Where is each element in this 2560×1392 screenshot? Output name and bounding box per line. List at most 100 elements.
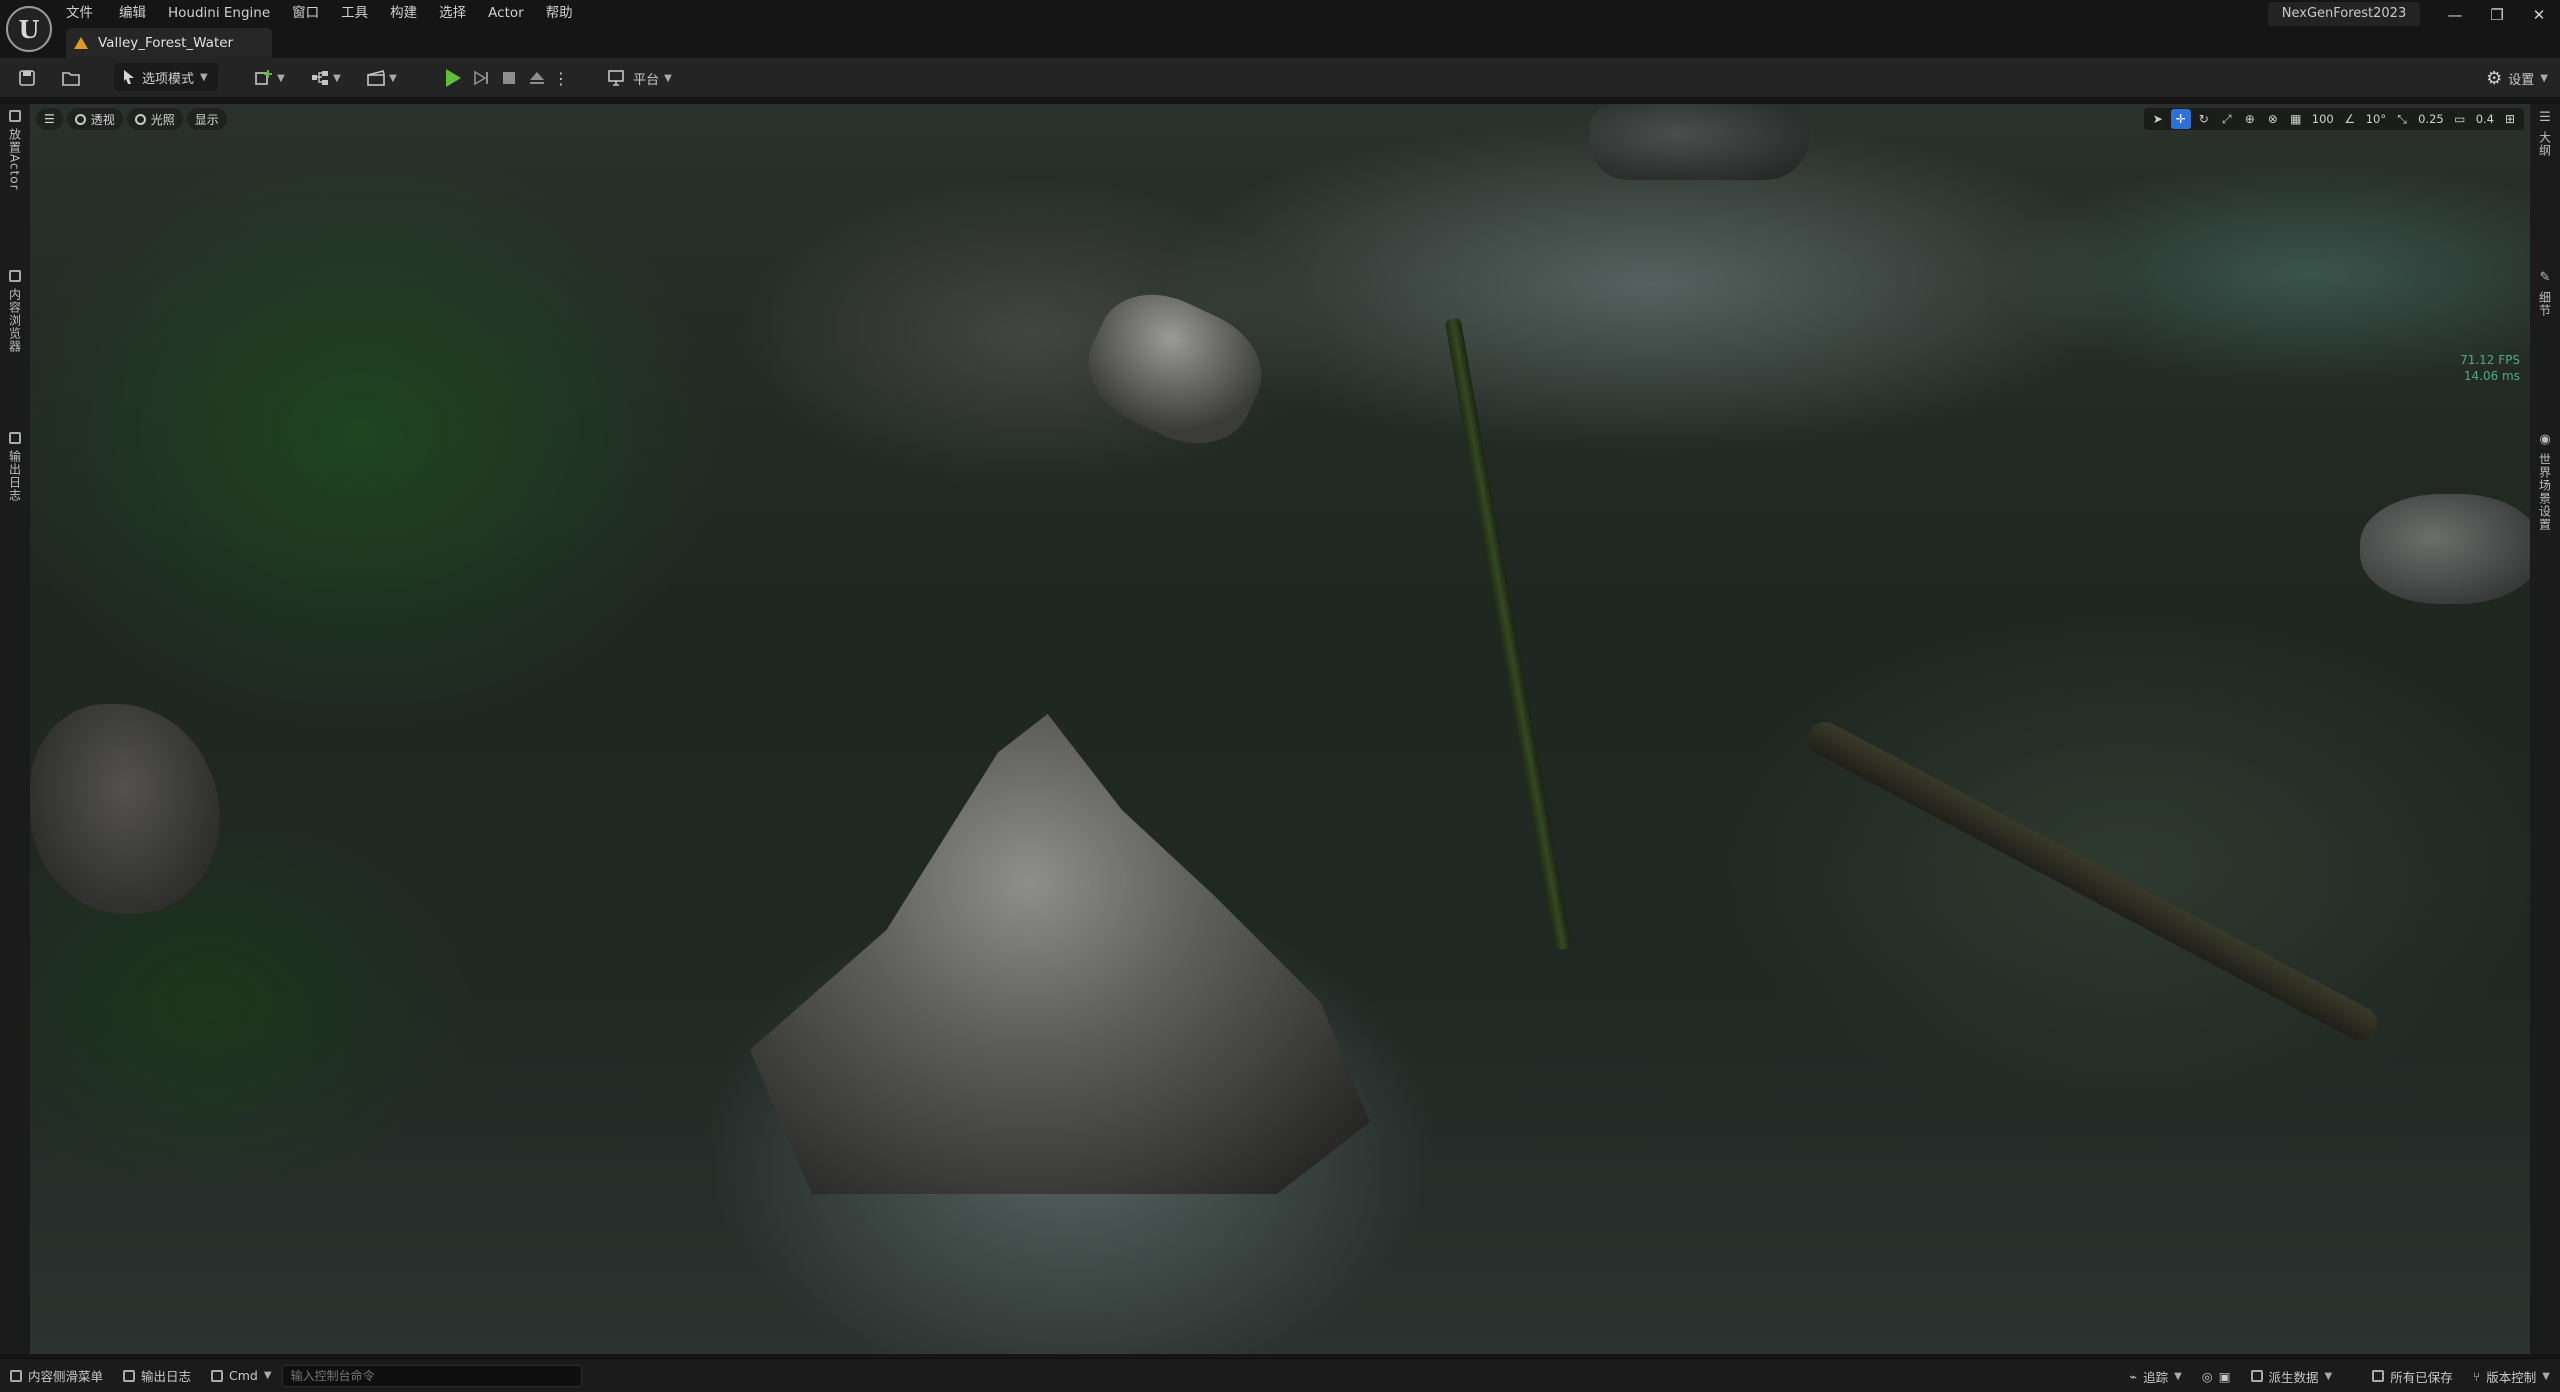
skip-frame-button[interactable]	[470, 63, 492, 93]
world-icon: ⊕	[2244, 112, 2255, 126]
place-actor-icon	[9, 110, 21, 122]
select-tool-button[interactable]: ➤	[2148, 109, 2168, 129]
content-drawer-icon	[10, 1369, 22, 1382]
screenshot-icon: ▣	[2218, 1368, 2231, 1384]
content-drawer-button[interactable]: 内容侧滑菜单	[0, 1359, 113, 1392]
menu-build[interactable]: 构建	[390, 2, 439, 24]
menu-tools[interactable]: 工具	[341, 2, 390, 24]
blueprint-button[interactable]: ▼	[306, 63, 346, 93]
rotate-tool-button[interactable]: ↻	[2194, 109, 2214, 129]
menu-file[interactable]: 文件	[66, 2, 119, 24]
show-flags-button[interactable]: 显示	[186, 108, 227, 130]
restore-button[interactable]: ❐	[2476, 0, 2518, 30]
chevron-down-icon: ▼	[2542, 1370, 2550, 1382]
title-bar: U 文件 编辑 Houdini Engine 窗口 工具 构建 选择 Actor…	[0, 0, 2560, 58]
left-tab-strip: 放置Actor 内容浏览器 输出日志	[0, 104, 30, 1354]
hamburger-icon: ☰	[44, 112, 55, 126]
scale-snap-value[interactable]: 0.25	[2415, 112, 2447, 126]
browse-content-button[interactable]	[60, 63, 82, 93]
camera-icon: ▭	[2454, 112, 2466, 126]
status-bar: 内容侧滑菜单 输出日志 Cmd ▼ ⌁ 追踪 ▼ ◎ ▣ 派生数据 ▼ 所有已保…	[0, 1358, 2560, 1392]
tab-outliner[interactable]: ☰ 大纲	[2530, 110, 2560, 157]
fps-value: 71.12 FPS	[2460, 353, 2520, 367]
eject-button[interactable]	[526, 63, 548, 93]
trace-dropdown[interactable]: ⌁ 追踪 ▼	[2120, 1359, 2192, 1392]
translate-tool-button[interactable]: ✛	[2170, 109, 2191, 129]
minimize-button[interactable]: —	[2434, 0, 2476, 30]
tab-output-log-label: 输出日志	[7, 450, 22, 502]
cinematics-button[interactable]: ▼	[362, 63, 402, 93]
surface-snap-icon: ⊗	[2267, 112, 2278, 126]
scene-rock	[30, 704, 220, 914]
perspective-cube-icon	[74, 113, 86, 125]
stop-button[interactable]	[498, 63, 520, 93]
menu-select[interactable]: 选择	[439, 2, 488, 24]
rotation-snap-toggle[interactable]: ∠	[2340, 109, 2360, 129]
status-bar-right: ⌁ 追踪 ▼ ◎ ▣ 派生数据 ▼ 所有已保存 ⑂ 版本控制 ▼	[2120, 1359, 2560, 1392]
add-actor-button[interactable]: ▼	[250, 63, 290, 93]
scene-dead-tree	[1444, 317, 1572, 951]
settings-dropdown[interactable]: ⚙ 设置 ▼	[2486, 64, 2548, 92]
play-options-button[interactable]: ⋮	[553, 63, 569, 93]
unreal-logo-icon[interactable]: U	[6, 6, 52, 52]
record-icon: ◎	[2201, 1368, 2213, 1384]
cmd-label: Cmd	[229, 1368, 258, 1383]
selection-mode-dropdown[interactable]: 选项模式 ▼	[114, 63, 218, 91]
chevron-down-icon: ▼	[2174, 1370, 2182, 1382]
coordinate-space-button[interactable]: ⊕	[2240, 109, 2260, 129]
tab-content-browser[interactable]: 内容浏览器	[0, 270, 30, 353]
tab-place-actors[interactable]: 放置Actor	[0, 110, 30, 191]
scene-fallen-log	[1802, 715, 2384, 1047]
derived-data-label: 派生数据	[2268, 1369, 2319, 1385]
menu-actor[interactable]: Actor	[488, 2, 546, 24]
rotation-snap-value[interactable]: 10°	[2363, 112, 2389, 126]
lit-mode-button[interactable]: 光照	[126, 108, 183, 130]
viewport-menu-button[interactable]: ☰	[36, 108, 63, 130]
grid-icon: ▦	[2290, 112, 2302, 126]
source-control-dropdown[interactable]: ⑂ 版本控制 ▼	[2463, 1359, 2560, 1392]
menu-window[interactable]: 窗口	[292, 2, 341, 24]
scale-snap-toggle[interactable]: ⤡	[2392, 109, 2412, 129]
grid-snap-toggle[interactable]: ▦	[2286, 109, 2306, 129]
record-button[interactable]: ◎ ▣	[2192, 1359, 2241, 1392]
menu-bar: 文件 编辑 Houdini Engine 窗口 工具 构建 选择 Actor 帮…	[66, 2, 588, 24]
tab-world-settings[interactable]: ◉ 世界场景设置	[2530, 432, 2560, 531]
output-log-button[interactable]: 输出日志	[113, 1359, 201, 1392]
cursor-icon: ➤	[2152, 112, 2163, 126]
tab-content-browser-label: 内容浏览器	[7, 288, 22, 353]
platform-dropdown[interactable]: 平台 ▼	[604, 63, 676, 93]
camera-speed-button[interactable]: ▭	[2450, 109, 2470, 129]
grid-snap-value[interactable]: 100	[2309, 112, 2337, 126]
menu-edit[interactable]: 编辑	[119, 2, 168, 24]
chevron-down-icon: ▼	[2540, 72, 2548, 84]
gear-icon: ⚙	[2486, 67, 2503, 89]
transform-toolbar: ➤ ✛ ↻ ⤢ ⊕ ⊗ ▦ 100 ∠ 10° ⤡ 0.25 ▭ 0.4 ⊞	[2143, 108, 2524, 130]
rotate-icon: ↻	[2198, 112, 2209, 126]
derived-data-dropdown[interactable]: 派生数据 ▼	[2241, 1359, 2343, 1392]
lit-label: 光照	[150, 112, 175, 127]
console-command-input[interactable]	[281, 1364, 582, 1387]
tab-output-log[interactable]: 输出日志	[0, 432, 30, 502]
close-button[interactable]: ✕	[2518, 0, 2560, 30]
level-viewport[interactable]: ☰ 透视 光照 显示 ➤ ✛ ↻ ⤢ ⊕ ⊗ ▦ 100 ∠ 10° ⤡ 0.2…	[30, 104, 2530, 1354]
cmd-dropdown[interactable]: Cmd ▼	[201, 1359, 282, 1392]
level-tab-label: Valley_Forest_Water	[98, 35, 234, 51]
scale-icon: ⤢	[2221, 111, 2232, 126]
tab-place-actors-label: 放置Actor	[7, 128, 22, 191]
menu-help[interactable]: 帮助	[546, 2, 588, 24]
viewport-layout-button[interactable]: ⊞	[2500, 109, 2520, 129]
camera-speed-value[interactable]: 0.4	[2473, 112, 2497, 126]
scale-tool-button[interactable]: ⤢	[2217, 109, 2237, 129]
settings-label: 设置	[2508, 72, 2535, 88]
clapperboard-icon	[367, 70, 385, 86]
save-status-button[interactable]: 所有已保存	[2362, 1359, 2463, 1392]
eject-icon	[530, 72, 544, 84]
menu-houdini-engine[interactable]: Houdini Engine	[168, 2, 292, 24]
globe-icon: ◉	[2539, 432, 2551, 447]
surface-snap-button[interactable]: ⊗	[2263, 109, 2283, 129]
tab-details[interactable]: ✎ 细节	[2530, 270, 2560, 317]
perspective-view-button[interactable]: 透视	[66, 108, 123, 130]
play-button[interactable]	[442, 63, 464, 93]
save-button[interactable]	[16, 63, 38, 93]
level-document-tab[interactable]: Valley_Forest_Water	[66, 28, 272, 58]
